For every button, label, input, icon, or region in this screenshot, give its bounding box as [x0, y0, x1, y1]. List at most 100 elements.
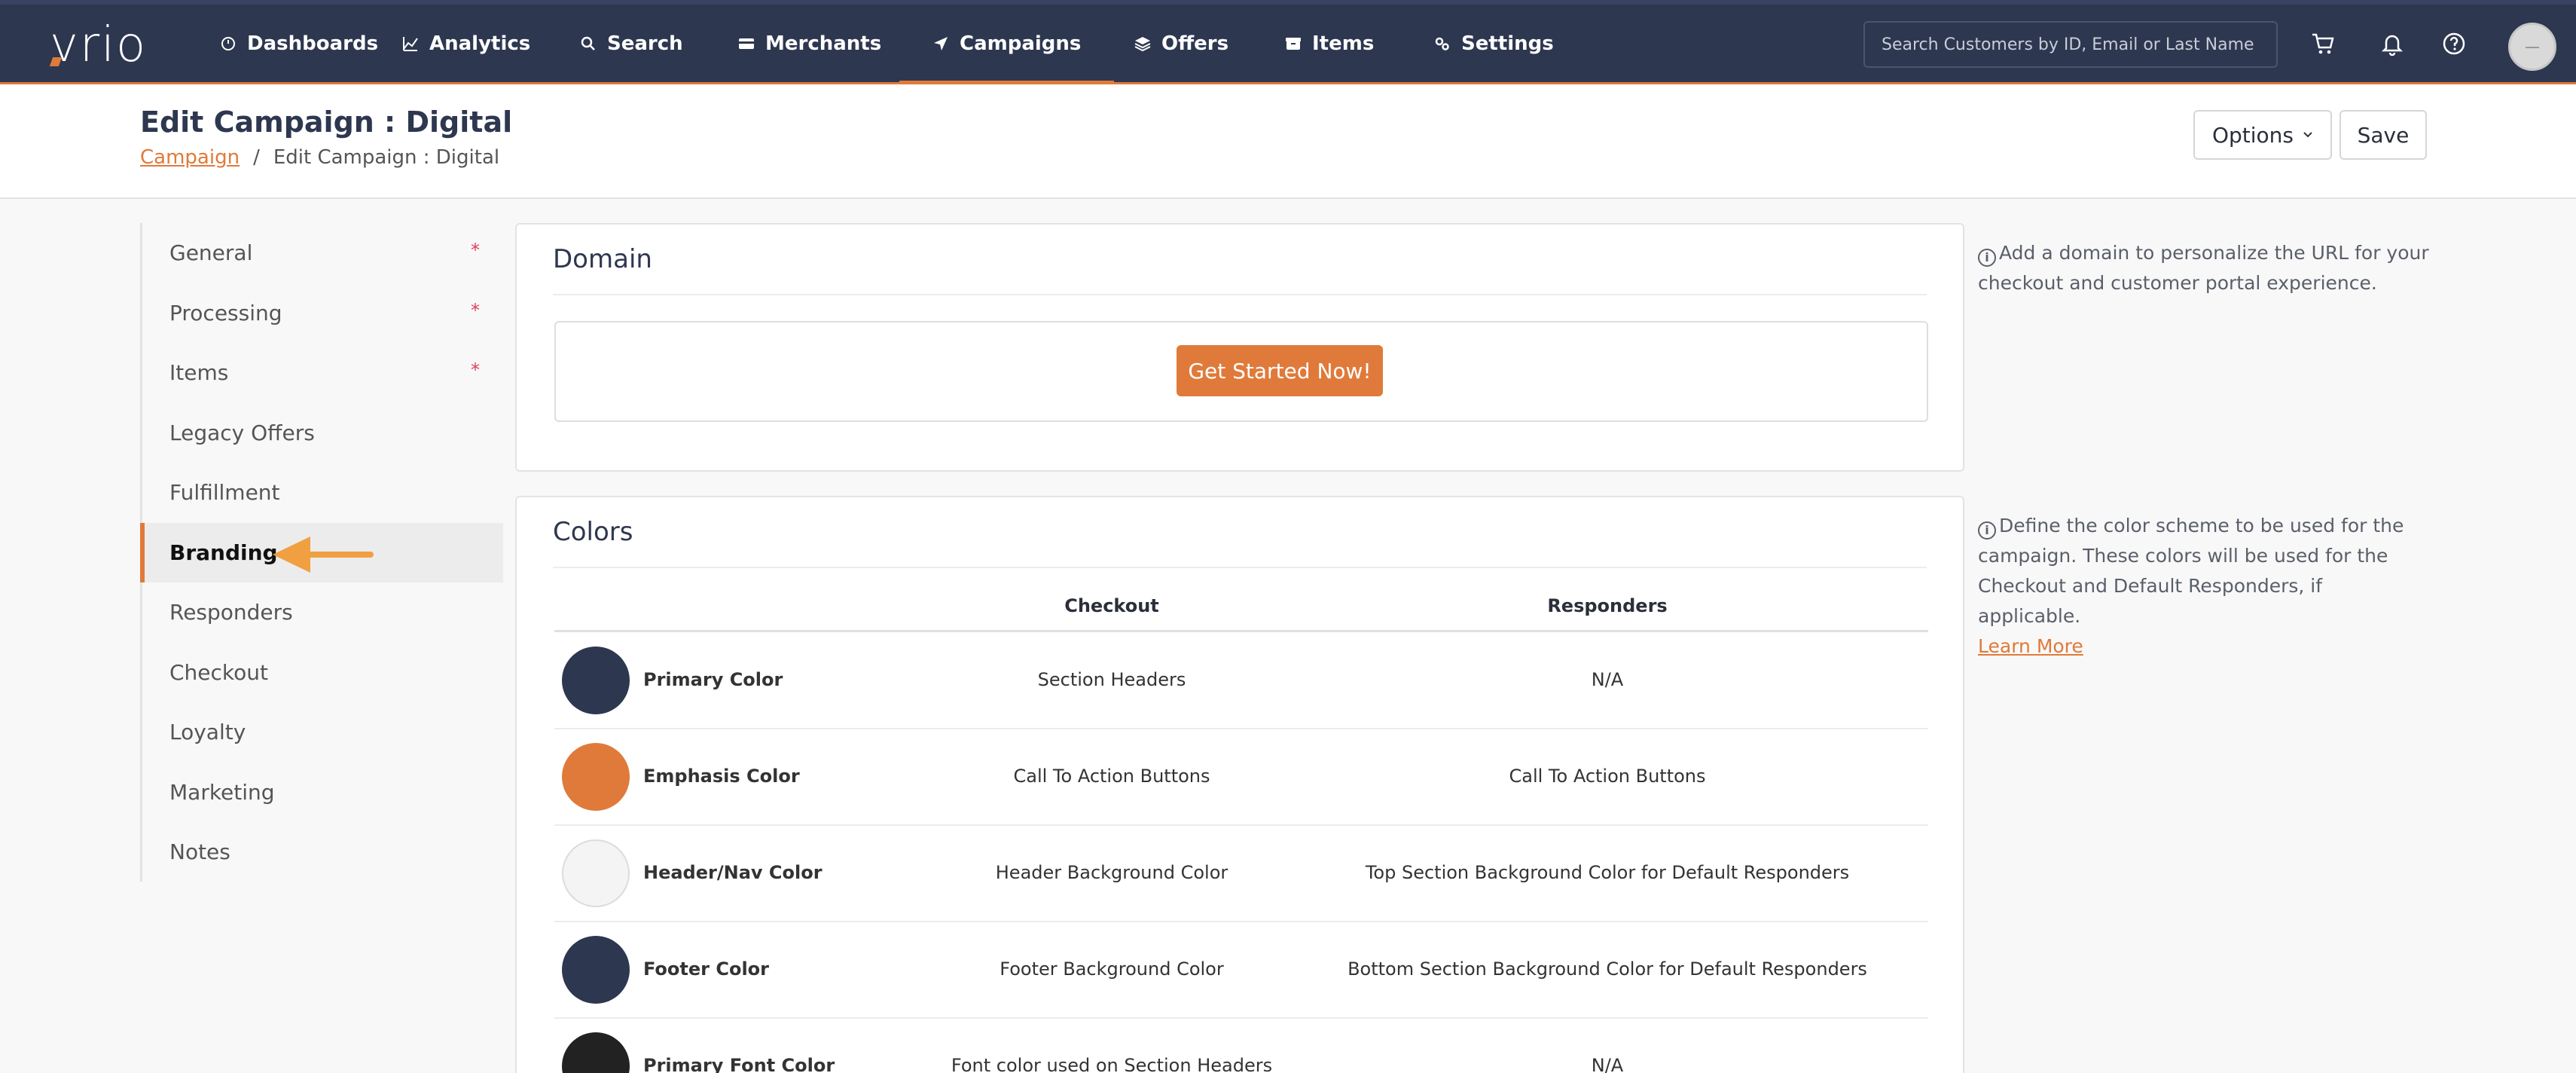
domain-help-text: i Add a domain to personalize the URL for…: [1978, 238, 2430, 298]
checkout-usage: Section Headers: [1037, 669, 1186, 690]
checkout-usage: Call To Action Buttons: [1013, 766, 1210, 787]
color-swatch[interactable]: [562, 1032, 630, 1073]
help-text: Define the color scheme to be used for t…: [1978, 515, 2404, 627]
sidebar-item-label: Marketing: [169, 779, 275, 805]
cart-icon[interactable]: [2311, 32, 2335, 56]
color-name: Primary Color: [643, 669, 783, 690]
nav-offers[interactable]: Offers: [1134, 5, 1228, 82]
sidebar-item-label: Processing: [169, 300, 282, 326]
card-icon: [739, 38, 754, 49]
get-started-button[interactable]: Get Started Now!: [1177, 345, 1383, 396]
save-button[interactable]: Save: [2339, 110, 2427, 160]
breadcrumb: Campaign / Edit Campaign : Digital: [140, 146, 499, 169]
nav-settings[interactable]: Settings: [1434, 5, 1554, 82]
options-button[interactable]: Options: [2193, 110, 2332, 160]
nav-dashboards[interactable]: Dashboards: [220, 5, 378, 82]
responders-usage: N/A: [1591, 1055, 1624, 1073]
nav-label: Settings: [1461, 32, 1554, 55]
save-label: Save: [2357, 122, 2410, 148]
table-header-divider: [554, 630, 1928, 632]
sidebar-item-general[interactable]: General *: [142, 223, 503, 283]
table-row: Header/Nav Color Header Background Color…: [554, 826, 1928, 922]
checkout-usage: Header Background Color: [995, 862, 1228, 883]
chevron-down-icon: [2303, 132, 2312, 138]
learn-more-link[interactable]: Learn More: [1978, 635, 2083, 657]
color-name: Primary Font Color: [643, 1055, 835, 1073]
user-avatar[interactable]: [2508, 23, 2556, 71]
info-icon: i: [1978, 249, 1996, 267]
sidebar-item-marketing[interactable]: Marketing: [142, 763, 503, 823]
nav-label: Items: [1312, 32, 1375, 55]
column-header-responders: Responders: [1547, 595, 1668, 616]
sidebar-item-label: General: [169, 240, 253, 266]
sidebar-item-checkout[interactable]: Checkout: [142, 643, 503, 703]
divider: [553, 567, 1927, 568]
nav-merchants[interactable]: Merchants: [738, 5, 881, 82]
vrio-logo[interactable]: vrio: [49, 17, 147, 73]
customer-search-input[interactable]: [1863, 21, 2278, 68]
required-marker: *: [471, 299, 480, 321]
sidebar-item-notes[interactable]: Notes: [142, 822, 503, 882]
color-name: Footer Color: [643, 958, 769, 980]
breadcrumb-separator: /: [253, 146, 260, 169]
sidebar-item-loyalty[interactable]: Loyalty: [142, 702, 503, 763]
search-icon: [581, 36, 595, 50]
sidebar-item-legacy-offers[interactable]: Legacy Offers: [142, 403, 503, 463]
checkout-usage: Font color used on Section Headers: [951, 1055, 1273, 1073]
info-icon: i: [1978, 521, 1996, 540]
nav-search[interactable]: Search: [580, 5, 683, 82]
sidebar-item-label: Fulfillment: [169, 480, 280, 506]
domain-cta-box: Get Started Now!: [554, 321, 1928, 422]
colors-title: Colors: [553, 517, 633, 547]
chart-icon: [403, 36, 418, 51]
arrow-annotation: [273, 536, 374, 573]
top-navbar: vrio Dashboards Analytics Search Merchan…: [0, 0, 2576, 84]
color-swatch[interactable]: [562, 839, 630, 907]
bell-icon[interactable]: [2380, 32, 2404, 56]
color-swatch[interactable]: [562, 936, 630, 1004]
color-name: Emphasis Color: [643, 766, 800, 787]
sidebar-item-fulfillment[interactable]: Fulfillment: [142, 463, 503, 523]
color-name: Header/Nav Color: [643, 862, 823, 883]
nav-campaigns[interactable]: Campaigns: [899, 5, 1115, 84]
table-row: Emphasis Color Call To Action Buttons Ca…: [554, 729, 1928, 826]
table-row: Primary Color Section Headers N/A: [554, 633, 1928, 729]
sidebar-item-items[interactable]: Items *: [142, 343, 503, 403]
sidebar-item-responders[interactable]: Responders: [142, 582, 503, 643]
nav-label: Offers: [1161, 32, 1229, 55]
page-title: Edit Campaign : Digital: [140, 105, 513, 139]
nav-label: Campaigns: [960, 32, 1082, 55]
gears-icon: [1435, 37, 1449, 50]
responders-usage: Top Section Background Color for Default…: [1365, 862, 1850, 883]
responders-usage: Bottom Section Background Color for Defa…: [1348, 958, 1867, 980]
column-header-checkout: Checkout: [1064, 595, 1159, 616]
colors-help-text: i Define the color scheme to be used for …: [1978, 511, 2430, 662]
sidebar-item-label: Notes: [169, 839, 230, 865]
responders-usage: Call To Action Buttons: [1509, 766, 1706, 787]
logo-text: vrio: [50, 17, 148, 73]
checkout-usage: Footer Background Color: [1000, 958, 1224, 980]
help-text: Add a domain to personalize the URL for …: [1978, 242, 2429, 294]
divider: [553, 294, 1927, 295]
domain-title: Domain: [553, 244, 652, 274]
required-marker: *: [471, 240, 480, 261]
breadcrumb-campaign-link[interactable]: Campaign: [140, 146, 240, 169]
responders-usage: N/A: [1591, 669, 1624, 690]
colors-card: Colors Checkout Responders Primary Color…: [515, 496, 1964, 1073]
color-swatch[interactable]: [562, 743, 630, 811]
nav-analytics[interactable]: Analytics: [402, 5, 530, 82]
nav-label: Search: [607, 32, 683, 55]
help-icon[interactable]: [2442, 32, 2466, 56]
sidebar-item-processing[interactable]: Processing *: [142, 283, 503, 344]
sidebar-item-label: Branding: [169, 540, 278, 565]
nav-items[interactable]: Items: [1285, 5, 1374, 82]
options-label: Options: [2211, 122, 2294, 148]
nav-label: Dashboards: [247, 32, 379, 55]
sidebar-item-label: Checkout: [169, 659, 268, 685]
layers-icon: [1134, 36, 1151, 51]
required-marker: *: [471, 359, 480, 381]
color-swatch[interactable]: [562, 647, 630, 714]
box-icon: [1286, 37, 1301, 50]
sidebar-item-label: Items: [169, 360, 229, 386]
nav-label: Merchants: [765, 32, 882, 55]
